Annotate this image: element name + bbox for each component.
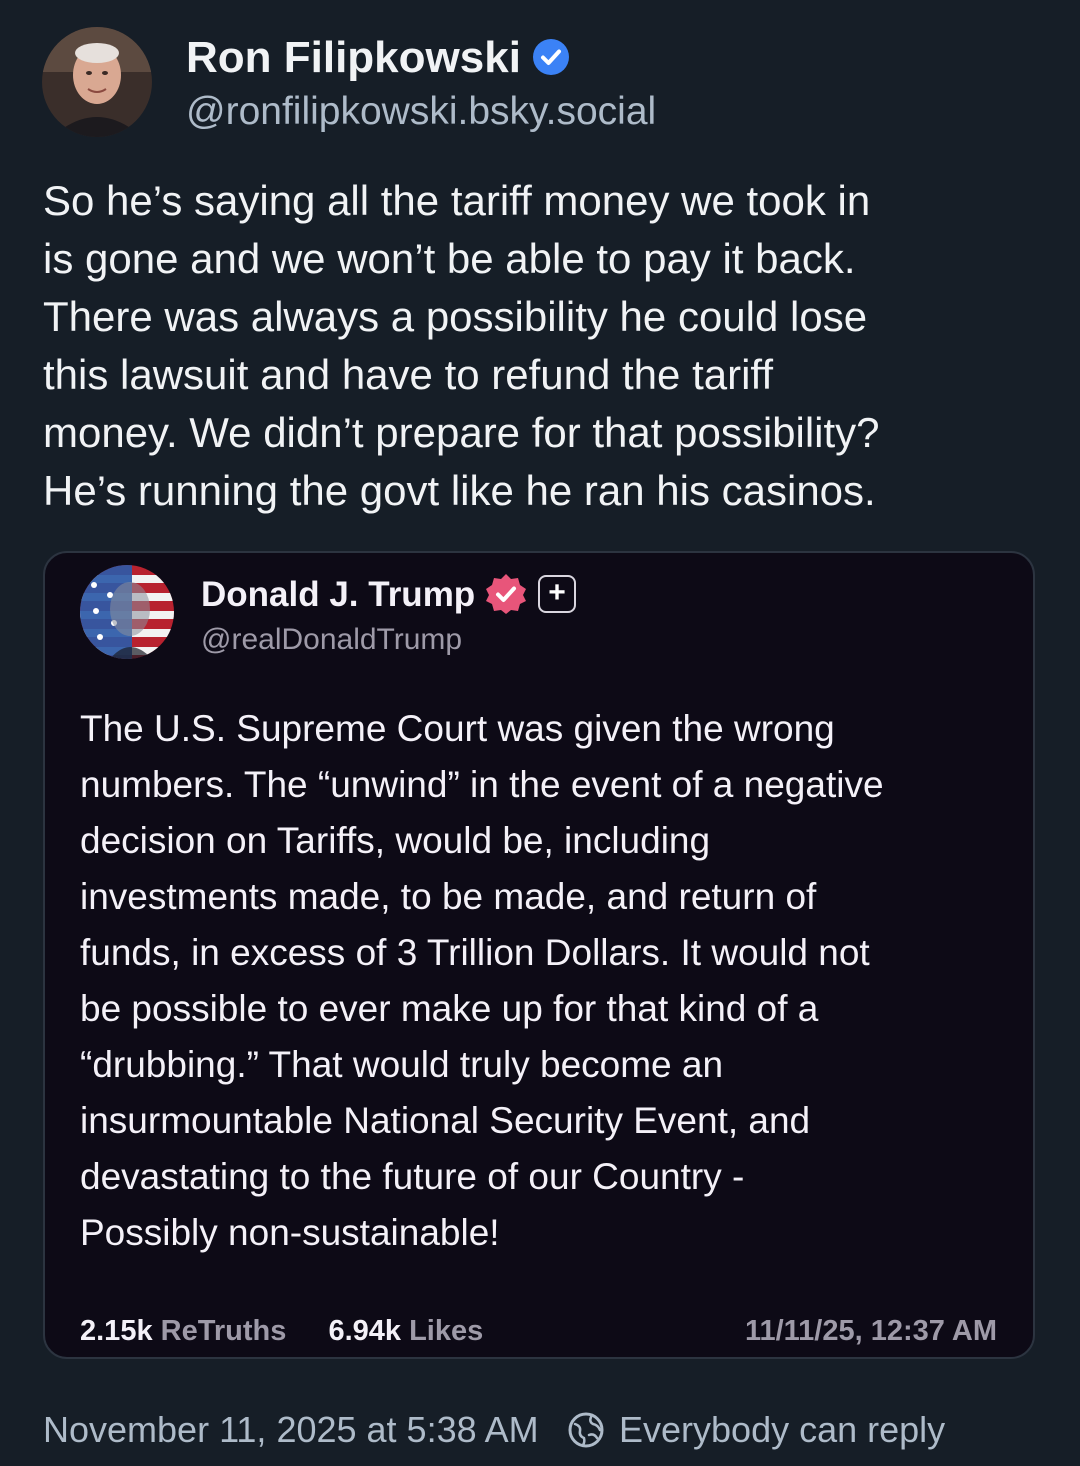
plus-badge-icon: +	[538, 575, 576, 613]
quoted-post-card[interactable]: Donald J. Trump + @realDonaldTrump The U…	[43, 551, 1035, 1359]
author-name[interactable]: Ron Filipkowski	[186, 32, 521, 84]
quoted-author-avatar[interactable]	[80, 565, 174, 659]
verified-badge-icon	[486, 574, 526, 614]
author-handle[interactable]: @ronfilipkowski.bsky.social	[186, 88, 656, 136]
verified-badge-icon	[533, 39, 569, 75]
post-text: So he’s saying all the tariff money we t…	[43, 177, 880, 514]
author-avatar[interactable]	[42, 27, 152, 137]
reply-setting[interactable]: Everybody can reply	[619, 1405, 945, 1455]
quoted-post-text: The U.S. Supreme Court was given the wro…	[80, 708, 884, 1253]
retruths-label: ReTruths	[160, 1315, 287, 1347]
globe-icon	[568, 1412, 604, 1448]
quoted-author-name[interactable]: Donald J. Trump	[201, 573, 475, 617]
quoted-post-timestamp: 11/11/25, 12:37 AM	[744, 1315, 997, 1347]
likes-label: Likes	[409, 1315, 484, 1347]
likes-count: 6.94k	[328, 1315, 402, 1347]
quoted-author-handle[interactable]: @realDonaldTrump	[201, 620, 462, 660]
retruths-count: 2.15k	[80, 1315, 153, 1347]
quoted-post-stats: 2.15k ReTruths 6.94k Likes	[80, 1311, 483, 1351]
post-timestamp[interactable]: November 11, 2025 at 5:38 AM	[43, 1405, 539, 1455]
